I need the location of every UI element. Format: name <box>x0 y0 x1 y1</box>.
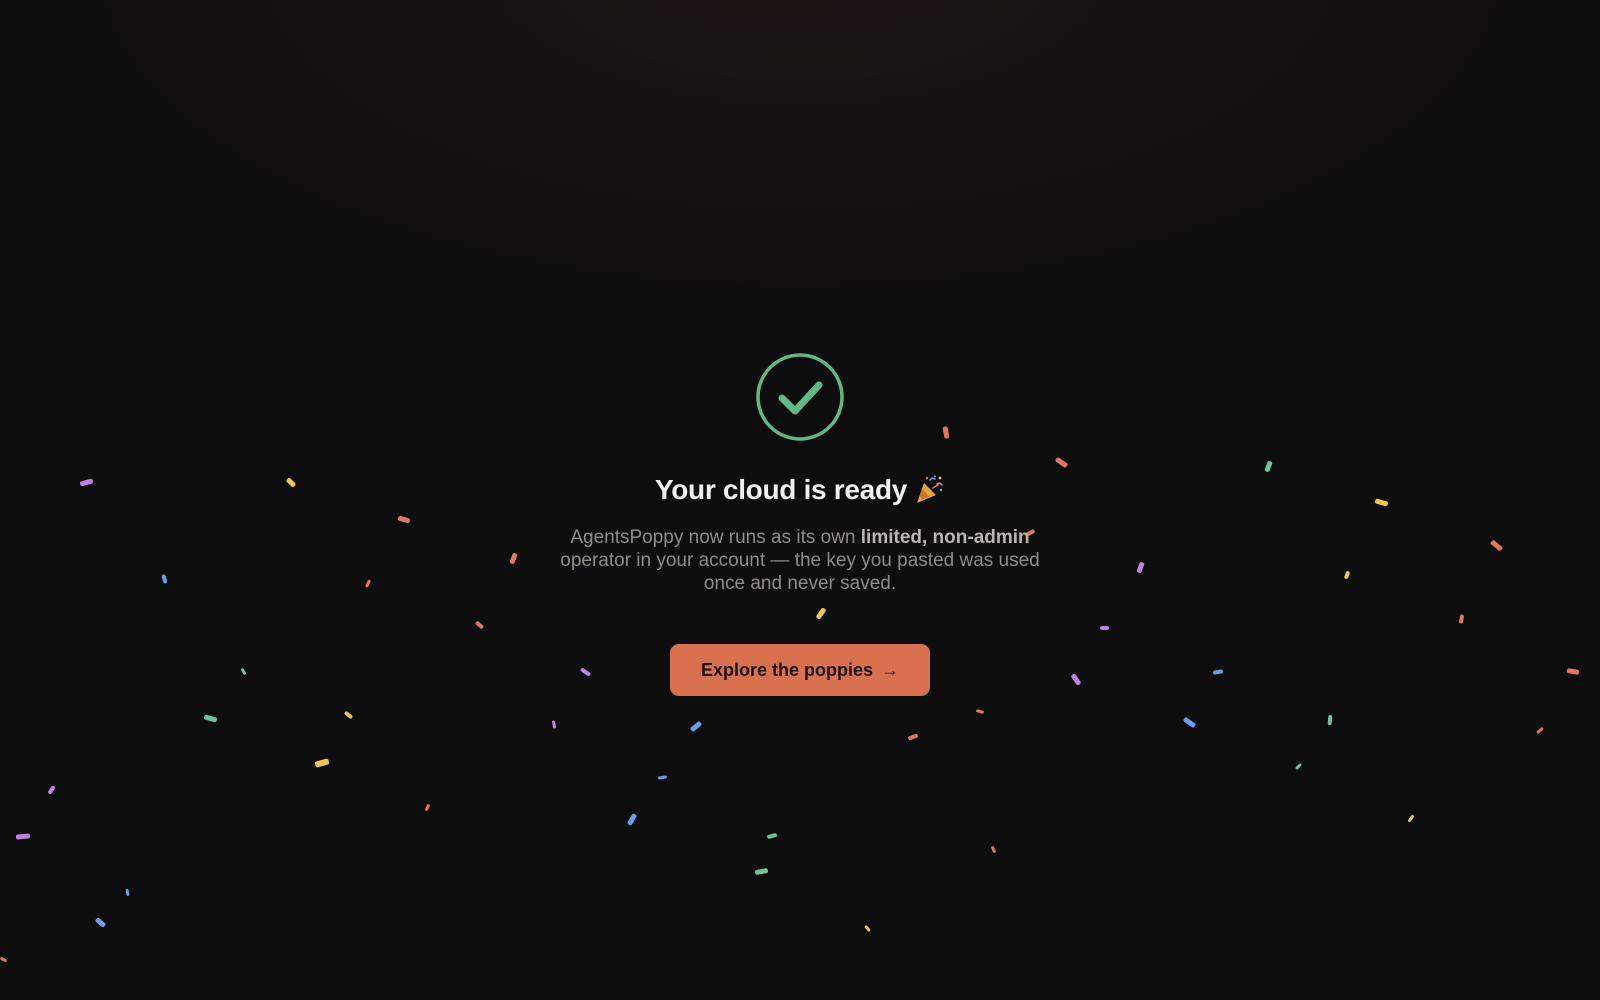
title-text: Your cloud is ready <box>654 474 908 505</box>
message-emphasis: limited, non-admin <box>860 527 1030 548</box>
success-message: AgentsPoppy now runs as its own limited,… <box>540 526 1060 595</box>
cta-label: Explore the poppies <box>700 659 874 680</box>
message-text: AgentsPoppy now runs as its own <box>570 527 861 548</box>
page-title: Your cloud is ready <box>655 474 945 506</box>
check-circle-icon <box>755 352 845 442</box>
success-panel: Your cloud is ready AgentsPoppy now runs… <box>0 0 1600 1000</box>
message-text-continued: operator in your account — the key you p… <box>560 550 1040 594</box>
party-popper-icon <box>913 474 945 506</box>
explore-poppies-button[interactable]: Explore the poppies → <box>670 644 930 696</box>
arrow-right-icon: → <box>881 659 900 680</box>
